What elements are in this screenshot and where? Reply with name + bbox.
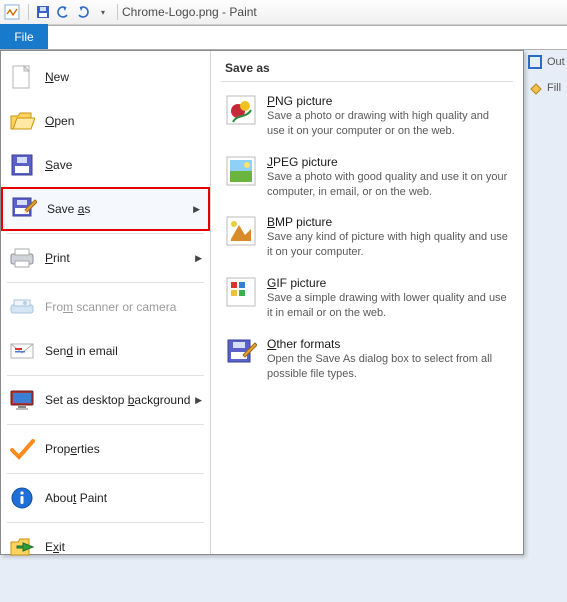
undo-button[interactable] <box>54 3 72 21</box>
format-title: JPEG picture <box>267 155 509 169</box>
menu-save[interactable]: Save <box>1 143 210 187</box>
menu-label: Properties <box>45 442 100 456</box>
saveas-jpeg[interactable]: JPEG picture Save a photo with good qual… <box>221 149 513 210</box>
menu-label: Exit <box>45 540 65 554</box>
saveas-gif[interactable]: GIF picture Save a simple drawing with l… <box>221 270 513 331</box>
chevron-right-icon: ▶ <box>195 253 202 264</box>
menu-desktop-background[interactable]: Set as desktop background ▶ <box>1 378 210 422</box>
ribbon-tabs: File <box>0 25 567 50</box>
menu-exit[interactable]: Exit <box>1 525 210 569</box>
title-bar: ▾ Chrome-Logo.png - Paint <box>0 0 567 25</box>
menu-save-as[interactable]: Save as ▶ <box>1 187 210 231</box>
save-qat-button[interactable] <box>34 3 52 21</box>
menu-separator <box>7 233 204 234</box>
gif-icon <box>225 276 257 308</box>
submenu-header: Save as <box>225 61 509 75</box>
saveas-other-formats[interactable]: Other formats Open the Save As dialog bo… <box>221 331 513 392</box>
menu-label: Save as <box>47 202 90 216</box>
menu-separator <box>7 375 204 376</box>
separator <box>117 4 118 20</box>
format-desc: Save a photo or drawing with high qualit… <box>267 109 509 139</box>
new-document-icon <box>9 64 35 90</box>
printer-icon <box>9 245 35 271</box>
saveas-bmp[interactable]: BMP picture Save any kind of picture wit… <box>221 209 513 270</box>
menu-properties[interactable]: Properties <box>1 427 210 471</box>
window-title: Chrome-Logo.png - Paint <box>122 5 257 19</box>
info-icon <box>9 485 35 511</box>
file-menu: New document.currentScript.previousEleme… <box>0 50 524 555</box>
chevron-right-icon: ▶ <box>195 395 202 406</box>
menu-new[interactable]: New document.currentScript.previousEleme… <box>1 55 210 99</box>
qat-customize-dropdown[interactable]: ▾ <box>94 3 112 21</box>
menu-send-email[interactable]: Send in email <box>1 329 210 373</box>
menu-label: Open <box>45 114 74 128</box>
saveas-png[interactable]: PNG picture Save a photo or drawing with… <box>221 88 513 149</box>
file-tab[interactable]: File <box>0 24 48 49</box>
outline-tool[interactable]: Out <box>527 50 567 74</box>
menu-label: Print <box>45 251 70 265</box>
menu-separator <box>7 424 204 425</box>
save-icon <box>9 152 35 178</box>
format-desc: Save a simple drawing with lower quality… <box>267 291 509 321</box>
jpeg-icon <box>225 155 257 187</box>
format-title: BMP picture <box>267 215 509 229</box>
email-icon <box>9 338 35 364</box>
save-as-icon <box>11 196 37 222</box>
png-icon <box>225 94 257 126</box>
menu-label: About Paint <box>45 491 107 505</box>
chevron-right-icon: ▶ <box>193 204 200 215</box>
other-formats-icon <box>225 337 257 369</box>
menu-separator <box>7 473 204 474</box>
format-desc: Save any kind of picture with high quali… <box>267 230 509 260</box>
menu-separator <box>7 282 204 283</box>
menu-label: From scanner or camera <box>45 300 176 314</box>
save-as-submenu: Save as PNG picture Save a photo or draw… <box>211 51 523 554</box>
app-icon <box>4 4 20 20</box>
menu-open[interactable]: Open <box>1 99 210 143</box>
file-menu-list: New document.currentScript.previousEleme… <box>1 51 211 554</box>
scanner-icon <box>9 294 35 320</box>
separator <box>28 4 29 20</box>
format-desc: Open the Save As dialog box to select fr… <box>267 352 509 382</box>
tool-label: Fill <box>547 82 561 94</box>
menu-label: New <box>45 70 69 84</box>
folder-open-icon <box>9 108 35 134</box>
fill-icon <box>527 80 543 96</box>
menu-separator <box>7 522 204 523</box>
exit-icon <box>9 534 35 560</box>
bmp-icon <box>225 215 257 247</box>
redo-button[interactable] <box>74 3 92 21</box>
menu-label: Set as desktop background <box>45 393 190 407</box>
separator <box>221 81 513 82</box>
fill-tool[interactable]: Fill <box>527 76 567 100</box>
menu-label: Save <box>45 158 72 172</box>
outline-icon <box>527 54 543 70</box>
ribbon-shape-tools: Out Fill <box>527 50 567 102</box>
monitor-icon <box>9 387 35 413</box>
format-title: PNG picture <box>267 94 509 108</box>
tool-label: Out <box>547 56 565 68</box>
format-desc: Save a photo with good quality and use i… <box>267 170 509 200</box>
menu-print[interactable]: Print ▶ <box>1 236 210 280</box>
menu-from-scanner: From scanner or camera <box>1 285 210 329</box>
format-title: Other formats <box>267 337 509 351</box>
menu-about[interactable]: About Paint <box>1 476 210 520</box>
checkmark-icon <box>9 436 35 462</box>
format-title: GIF picture <box>267 276 509 290</box>
menu-label: Send in email <box>45 344 118 358</box>
